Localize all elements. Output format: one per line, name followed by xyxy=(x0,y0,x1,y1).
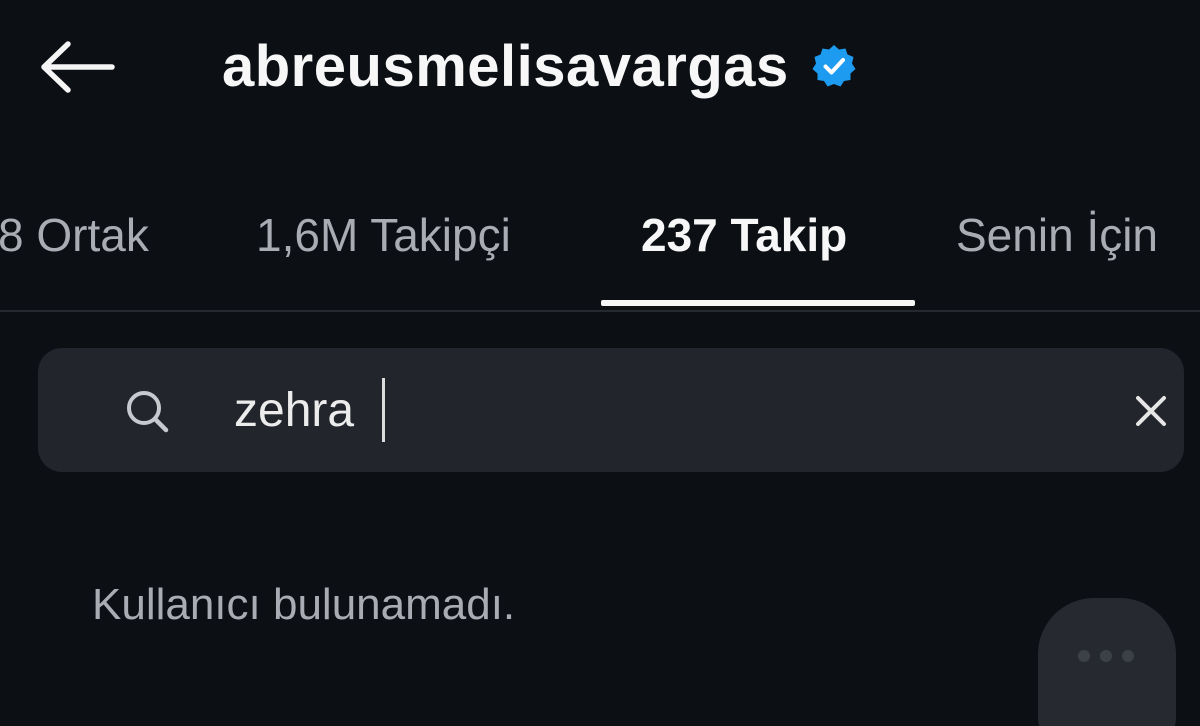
header: abreusmelisavargas xyxy=(0,0,1200,130)
tab-mutual[interactable]: 8 Ortak xyxy=(0,200,149,270)
tab-for-you[interactable]: Senin İçin xyxy=(956,200,1158,270)
clear-search-button[interactable] xyxy=(1124,384,1178,438)
tab-following[interactable]: 237 Takip xyxy=(641,200,847,270)
arrow-left-icon xyxy=(41,41,115,93)
app-screen: abreusmelisavargas 8 Ortak 1,6M Takipçi … xyxy=(0,0,1200,726)
profile-title: abreusmelisavargas xyxy=(222,26,857,106)
more-dots-icon xyxy=(1078,650,1134,662)
active-tab-indicator xyxy=(601,300,915,306)
profile-tabs: 8 Ortak 1,6M Takipçi 237 Takip Senin İçi… xyxy=(0,190,1200,312)
close-icon xyxy=(1136,396,1166,426)
floating-bubble[interactable] xyxy=(1038,598,1176,726)
text-cursor xyxy=(382,378,385,442)
search-bar xyxy=(38,348,1184,472)
verified-badge-icon xyxy=(811,43,857,89)
back-button[interactable] xyxy=(36,34,118,100)
username: abreusmelisavargas xyxy=(222,33,789,99)
tab-followers[interactable]: 1,6M Takipçi xyxy=(256,200,511,270)
no-users-found-message: Kullanıcı bulunamadı. xyxy=(92,580,516,629)
search-input[interactable] xyxy=(234,372,1094,448)
search-icon xyxy=(120,386,180,438)
